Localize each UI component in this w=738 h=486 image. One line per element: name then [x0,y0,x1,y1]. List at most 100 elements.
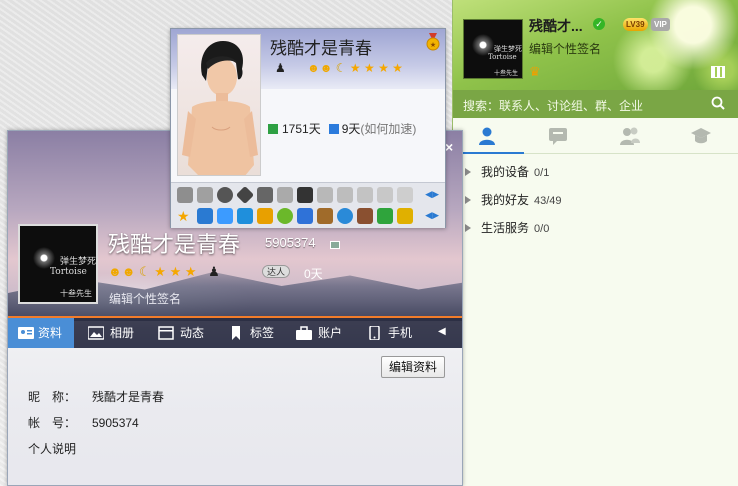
group-name: 生活服务 [481,221,530,235]
field-bio: 个人说明 [28,440,92,457]
signature-field[interactable]: 编辑个性签名 [109,290,181,307]
group-count: 0/1 [534,167,550,179]
diamond-badge-icon[interactable] [397,187,413,203]
show-avatar[interactable] [177,34,261,176]
diamond-badge-icon[interactable] [235,185,255,205]
penguin-icon: ♟ [275,61,286,75]
scroll-arrows-icon[interactable]: ◀▶ [425,189,439,200]
service-icons: ◀▶ ★ ◀▶ [171,182,445,228]
heart-badge-icon[interactable] [177,187,193,203]
search-bar[interactable]: 搜索：联系人、讨论组、群、企业 [453,90,738,118]
online-status-icon[interactable]: ✓ [593,18,605,30]
contact-groups: 我的设备 0/1 我的好友 43/49 生活服务 0/0 [453,158,738,242]
sun-icon: ☻ [307,61,320,75]
level-badge[interactable]: LV39 [623,18,648,31]
group-my-friends[interactable]: 我的好友 43/49 [453,186,738,214]
tab-contacts[interactable] [453,118,524,154]
tab-phone[interactable]: 手机 [364,318,424,348]
diamond-badge-icon[interactable] [357,187,373,203]
penguin-badge-icon[interactable] [257,208,273,224]
profile-details: 编辑资料 昵 称： 残酷才是青春 帐 号： 5905374 个人说明 [8,348,462,485]
tab-feed[interactable]: 动态 [156,318,216,348]
star-icon: ★ [184,264,197,279]
calendar-icon [268,124,278,134]
feed-icon [158,326,174,340]
edit-profile-button[interactable]: 编辑资料 [381,356,446,378]
avatar[interactable]: 弹生梦死 Tortoise 十叁先生 [463,19,523,79]
talent-badge[interactable]: 达人 [262,265,291,278]
nickname[interactable]: 残酷才... [529,16,583,36]
tab-account[interactable]: 账户 [294,318,354,348]
avatar-text-line3: 十叁先生 [60,289,92,298]
clover-icon[interactable] [377,208,393,224]
tab-tags[interactable]: 标签 [226,318,286,348]
tab-label: 资料 [38,326,63,340]
shield-icon[interactable] [297,208,313,224]
tabs-scroll-left-icon[interactable]: ◀ [438,326,446,337]
tab-messages[interactable] [524,118,595,154]
smile-icon[interactable] [277,208,293,224]
mini-card-name: 残酷才是青春 [270,39,372,58]
avatar-text-line2: Tortoise [50,267,87,277]
app-icon[interactable] [217,208,233,224]
group-name: 我的设备 [481,165,530,179]
star-badge-icon[interactable]: ★ [177,208,193,224]
tab-apps[interactable] [666,118,737,154]
cow-icon[interactable] [357,208,373,224]
diamond-badge-icon[interactable] [377,187,393,203]
service-icons-row-2: ★ [177,208,417,226]
diamond-badge-icon[interactable] [337,187,353,203]
penguin-badge-icon[interactable] [217,187,233,203]
eye-icon[interactable] [337,208,353,224]
search-icon[interactable] [711,96,725,110]
close-icon[interactable]: × [445,139,453,155]
scroll-arrows-icon[interactable]: ◀▶ [425,210,439,221]
tab-album[interactable]: 相册 [86,318,146,348]
camera-icon[interactable] [237,208,253,224]
tab-label: 动态 [180,326,205,340]
star-icon: ★ [363,61,375,75]
active-days-value: 1751天 [282,122,321,136]
star-icon: ★ [392,61,403,75]
group-my-devices[interactable]: 我的设备 0/1 [453,158,738,186]
heart-badge-icon[interactable] [197,187,213,203]
mini-card: 残酷才是青春 ★ ♟ ☻☻ ☾ ★ ★ ★ ★ 1751天 9天(如何加速) ◀▶… [170,28,446,228]
farm-icon[interactable] [317,208,333,224]
moon-icon: ☾ [335,61,347,75]
id-card-icon [18,327,34,339]
speedup-link[interactable]: (如何加速) [360,122,416,136]
group-life-services[interactable]: 生活服务 0/0 [453,214,738,242]
level-badges[interactable]: ☻☻ ☾ ★ ★ ★ ♟ [108,264,220,280]
main-panel: 弹生梦死 Tortoise 十叁先生 残酷才... ✓ LV39 VIP 编辑个… [452,0,738,486]
level-badges[interactable]: ♟ ☻☻ ☾ ★ ★ ★ ★ [275,61,403,75]
tab-info[interactable]: 资料 [8,318,74,348]
briefcase-icon [296,326,312,340]
crown-icon[interactable]: ♛ [529,64,541,80]
game-badge-icon[interactable] [297,187,313,203]
avatar-text-line3: 十叁先生 [494,70,519,77]
penguin-badge-icon[interactable] [257,187,273,203]
qr-code-icon[interactable] [330,241,340,249]
sun-icon: ☻ [121,264,136,279]
penguin-badge-icon[interactable] [397,208,413,224]
panel-tabs [453,118,738,154]
qzone-icon[interactable] [197,208,213,224]
diamond-badge-icon[interactable] [277,187,293,203]
vip-badge[interactable]: VIP [651,18,670,31]
tab-groups[interactable] [595,118,666,154]
tab-label: 账户 [318,326,343,340]
sun-icon: ☻ [319,61,333,75]
skin-manager-icon[interactable] [711,66,725,78]
medal-icon[interactable]: ★ [426,33,440,51]
svg-text:★: ★ [430,41,436,49]
diamond-badge-icon[interactable] [317,187,333,203]
speedup-days-value: 9天 [341,122,361,136]
profile-avatar[interactable]: 弹生梦死 Tortoise 十叁先生 [18,224,98,304]
avatar-text-line2: Tortoise [488,53,517,61]
speedup-icon [328,124,339,134]
talent-days: 0天 [304,267,323,281]
signature-field[interactable]: 编辑个性签名 [529,40,601,57]
search-input[interactable]: 搜索：联系人、讨论组、群、企业 [463,97,643,114]
group-count: 0/0 [534,223,550,235]
qq-number: 5905374 [265,235,316,250]
